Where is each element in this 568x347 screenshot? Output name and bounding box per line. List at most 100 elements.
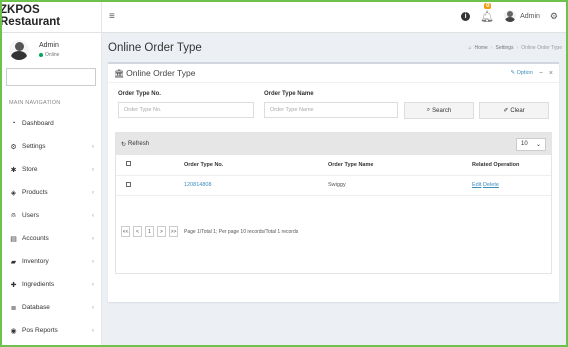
sidebar-nav: ◔ Dashboard ⚙ Settings ‹ ✱ Store ‹ ◈ Pro…	[0, 112, 101, 342]
operation-cell: Edit Delete	[472, 175, 551, 196]
chevron-left-icon: ‹	[92, 212, 94, 219]
page-size-value: 10	[521, 141, 528, 147]
sidebar-item-store[interactable]: ✱ Store ‹	[0, 158, 101, 181]
chevron-left-icon: ‹	[92, 143, 94, 150]
page-size-select[interactable]: 10 ⌄	[516, 137, 546, 151]
breadcrumb-current: Online Order Type	[521, 44, 562, 51]
gear-icon: ⚙	[10, 143, 17, 151]
sidebar-item-label: Products	[22, 189, 48, 196]
edit-link[interactable]: Edit	[472, 182, 481, 188]
sidebar-search-input[interactable]	[6, 68, 96, 86]
row-checkbox[interactable]	[126, 181, 131, 187]
settings-gear-icon[interactable]: ⚙	[550, 11, 558, 22]
order-type-name-input[interactable]: Order Type Name	[264, 102, 398, 118]
data-table: Order Type No. Order Type Name Related O…	[116, 155, 551, 196]
clear-button[interactable]: ✐ Clear	[479, 102, 549, 119]
order-type-box: 🏛︎ Online Order Type ✎ Option − × Order …	[108, 62, 559, 302]
notifications-button[interactable]: 🔔︎ 0	[480, 2, 495, 23]
option-label: Option	[516, 70, 533, 76]
bell-icon: 🔔︎	[480, 10, 495, 23]
prev-page-button[interactable]: <	[133, 226, 142, 237]
order-type-no-input[interactable]: Order Type No.	[118, 102, 254, 118]
refresh-label: Refresh	[128, 141, 150, 147]
notification-badge: 0	[484, 2, 492, 9]
clear-button-label: Clear	[510, 107, 525, 114]
store-icon: ✱	[10, 166, 17, 174]
sidebar-item-accounts[interactable]: ▤ Accounts ‹	[0, 227, 101, 250]
breadcrumb-separator: ›	[516, 44, 519, 51]
sidebar-item-label: Dashboard	[22, 120, 54, 127]
database-icon: ≣	[10, 304, 17, 312]
collapse-icon[interactable]: −	[539, 70, 543, 77]
sidebar-item-label: Users	[22, 212, 39, 219]
sidebar-item-products[interactable]: ◈ Products ‹	[0, 181, 101, 204]
chevron-down-icon: ⌄	[535, 141, 541, 148]
delete-link[interactable]: Delete	[483, 182, 499, 188]
order-type-no-link[interactable]: 120814808	[184, 182, 212, 188]
grid-toolbar: ↻ Refresh 10 ⌄	[116, 133, 551, 155]
nav-header: MAIN NAVIGATION	[9, 100, 61, 106]
first-page-button[interactable]: <<	[121, 226, 130, 237]
pagination-info: Page 1/Total 1; Per page 10 records/Tota…	[184, 228, 299, 235]
order-type-no-cell: 120814808	[184, 175, 328, 196]
avatar	[504, 10, 517, 22]
chevron-left-icon: ‹	[92, 235, 94, 242]
breadcrumb-home[interactable]: Home	[474, 45, 487, 51]
chevron-left-icon: ‹	[92, 281, 94, 288]
page-number-button[interactable]: 1	[145, 226, 154, 237]
sidebar-item-users[interactable]: ⍝ Users ‹	[0, 204, 101, 227]
user-status-label: Online	[45, 51, 60, 58]
avatar	[9, 39, 29, 60]
order-type-name-label: Order Type Name	[264, 91, 314, 97]
breadcrumb-settings[interactable]: Settings	[495, 45, 513, 51]
ingredients-icon: ✚	[10, 281, 17, 289]
chevron-left-icon: ‹	[92, 189, 94, 196]
sidebar-item-inventory[interactable]: ▰ Inventory ‹	[0, 250, 101, 273]
next-page-button[interactable]: >	[157, 226, 166, 237]
table-row: 120814808 Swiggy Edit Delete	[116, 175, 551, 196]
option-button[interactable]: ✎ Option	[510, 70, 532, 76]
search-button-label: Search	[432, 107, 452, 114]
sidebar: Admin Online MAIN NAVIGATION ◔ Dashboard…	[0, 33, 102, 347]
user-menu[interactable]: Admin	[504, 10, 540, 22]
column-header[interactable]: Order Type Name	[328, 155, 472, 176]
sidebar-item-pos-reports[interactable]: ◉ Pos Reports ‹	[0, 319, 101, 342]
refresh-button[interactable]: ↻ Refresh	[121, 141, 149, 148]
refresh-icon: ↻	[121, 141, 127, 148]
eraser-icon: ✐	[503, 108, 509, 114]
hamburger-icon[interactable]: ≡	[109, 11, 115, 22]
sidebar-item-dashboard[interactable]: ◔ Dashboard	[0, 112, 101, 135]
sidebar-item-ingredients[interactable]: ✚ Ingredients ‹	[0, 273, 101, 296]
row-select-cell	[116, 175, 184, 196]
sidebar-item-label: Ingredients	[22, 281, 55, 288]
sidebar-item-database[interactable]: ≣ Database ‹	[0, 296, 101, 319]
search-button[interactable]: ⌕ Search	[404, 102, 474, 119]
user-menu-label: Admin	[520, 12, 540, 20]
sidebar-item-label: Pos Reports	[22, 327, 58, 334]
info-icon[interactable]: i	[461, 11, 471, 21]
box-title: 🏛︎ Online Order Type	[114, 68, 195, 78]
wrench-icon: ✎	[510, 70, 516, 76]
breadcrumb-separator: ›	[490, 44, 493, 51]
sidebar-item-label: Store	[22, 166, 38, 173]
sidebar-item-label: Accounts	[22, 235, 49, 242]
main-content: Online Order Type ⌂ Home › Settings › On…	[102, 33, 568, 347]
last-page-button[interactable]: >>	[169, 226, 178, 237]
chevron-left-icon: ‹	[92, 304, 94, 311]
chevron-left-icon: ‹	[92, 327, 94, 334]
products-icon: ◈	[10, 189, 17, 197]
top-header: ZKPOS Restaurant ≡ i 🔔︎ 0 Admin ⚙	[0, 0, 568, 33]
inventory-icon: ▰	[10, 258, 17, 266]
order-type-grid: ↻ Refresh 10 ⌄ Order Type No. Order Type…	[115, 132, 552, 274]
sidebar-item-settings[interactable]: ⚙ Settings ‹	[0, 135, 101, 158]
box-title-label: Online Order Type	[126, 68, 196, 78]
user-panel: Admin Online	[0, 33, 101, 66]
sidebar-item-label: Inventory	[22, 258, 49, 265]
app-logo[interactable]: ZKPOS Restaurant	[0, 0, 102, 33]
sidebar-item-label: Settings	[22, 143, 46, 150]
search-icon: ⌕	[426, 107, 431, 113]
reports-icon: ◉	[10, 327, 17, 335]
select-all-checkbox[interactable]	[126, 161, 131, 167]
close-icon[interactable]: ×	[549, 70, 553, 77]
column-header[interactable]: Order Type No.	[184, 155, 328, 176]
